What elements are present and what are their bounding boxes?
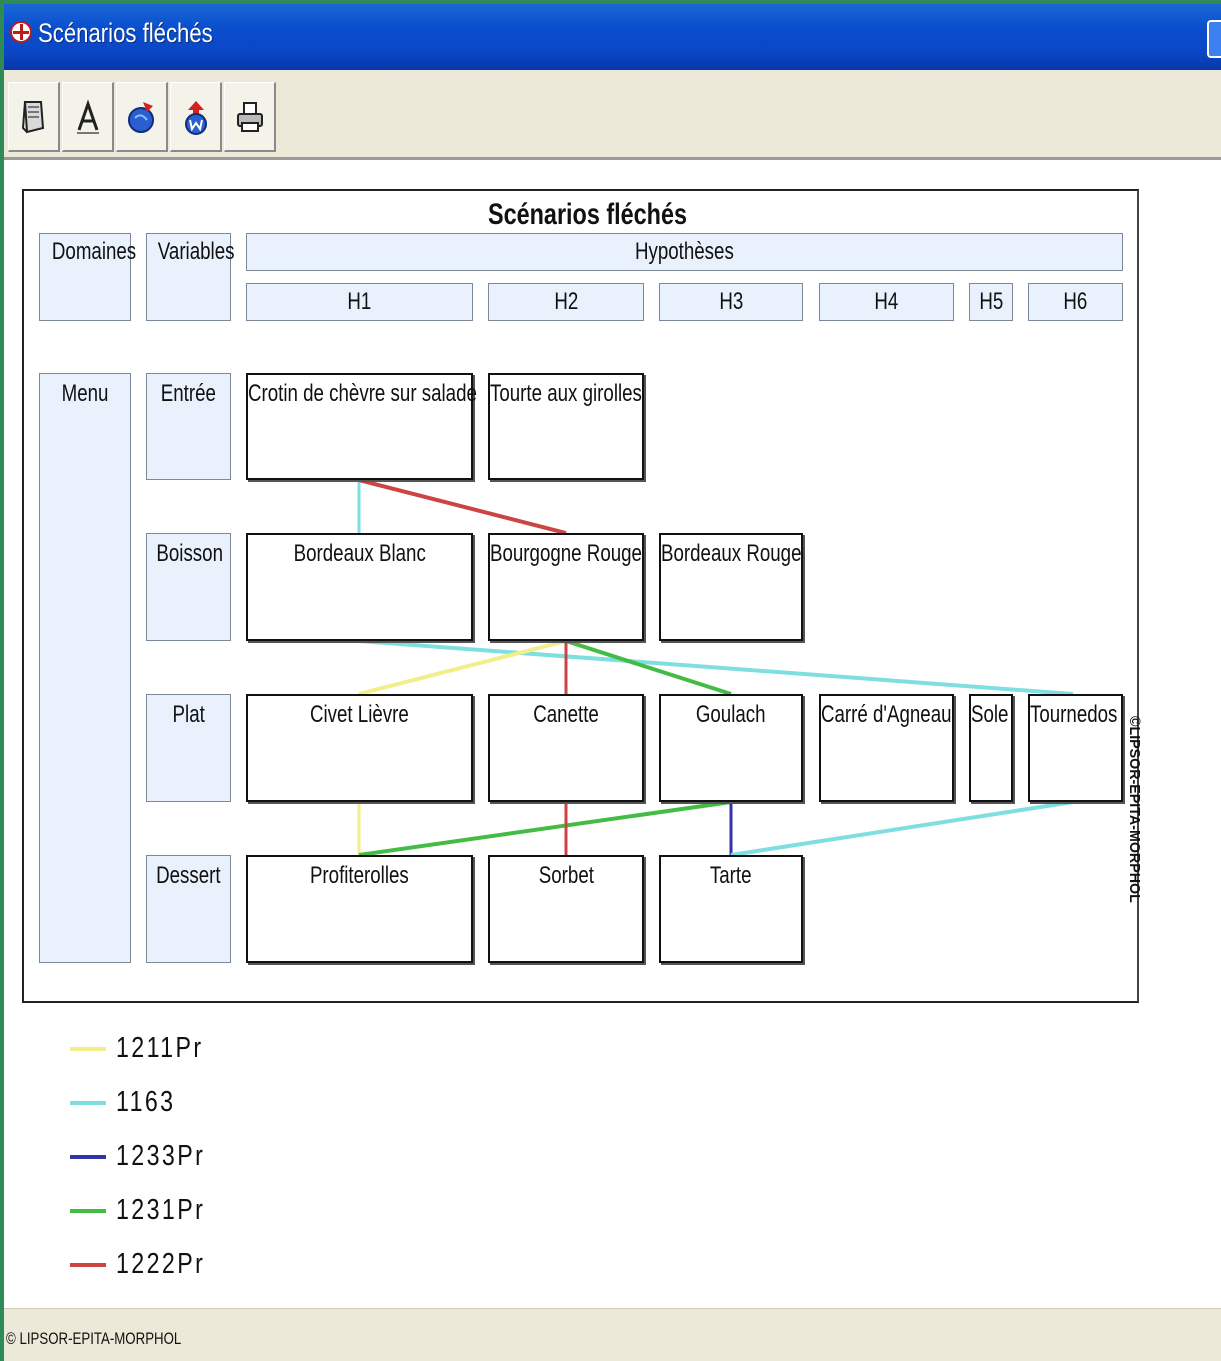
diagram-copyright: ©LIPSOR-EPITA-MORPHOL (1126, 716, 1143, 903)
option-crotin-de-chevre[interactable]: Crotin de chèvre sur salade (246, 373, 477, 480)
legend-swatch (70, 1155, 106, 1159)
link-1163-tournedos-tarte (730, 800, 1074, 857)
option-tourte-aux-girolles[interactable]: Tourte aux girolles (488, 373, 644, 480)
legend-label: 1211Pr (116, 1032, 204, 1064)
link-1222pr-crotin-bourgogne (358, 478, 567, 535)
legend-swatch (70, 1047, 106, 1051)
option-sorbet[interactable]: Sorbet (488, 855, 644, 963)
option-bordeaux-rouge[interactable]: Bordeaux Rouge (659, 533, 803, 641)
option-profiterolles[interactable]: Profiterolles (246, 855, 473, 963)
option-tarte[interactable]: Tarte (659, 855, 803, 963)
legend-item: 1233Pr (70, 1138, 270, 1178)
legend-swatch (70, 1209, 106, 1213)
legend-swatch (70, 1101, 106, 1105)
link-1231pr-goulach-profiterolles (358, 800, 732, 857)
status-bar: © LIPSOR-EPITA-MORPHOL (4, 1308, 1221, 1361)
scenario-links (357, 478, 1074, 857)
legend-swatch (70, 1263, 106, 1267)
option-bourgogne-rouge[interactable]: Bourgogne Rouge (488, 533, 644, 641)
legend-item: 1231Pr (70, 1192, 270, 1232)
option-carre-d-agneau[interactable]: Carré d'Agneau (819, 694, 954, 802)
app-window: Scénarios fléchés Scénarios fléchés Doma… (4, 4, 1221, 1361)
legend-label: 1163 (116, 1086, 176, 1118)
legend-item: 1222Pr (70, 1246, 270, 1286)
option-goulach[interactable]: Goulach (659, 694, 803, 802)
legend-item: 1163 (70, 1084, 270, 1124)
status-text: © LIPSOR-EPITA-MORPHOL (6, 1329, 182, 1348)
option-tournedos[interactable]: Tournedos (1028, 694, 1123, 802)
option-bordeaux-blanc[interactable]: Bordeaux Blanc (246, 533, 473, 641)
legend-label: 1231Pr (116, 1194, 206, 1226)
legend-label: 1233Pr (116, 1140, 206, 1172)
option-civet-lievre[interactable]: Civet Lièvre (246, 694, 473, 802)
option-sole[interactable]: Sole (969, 694, 1013, 802)
legend-label: 1222Pr (116, 1248, 206, 1280)
legend-item: 1211Pr (70, 1030, 270, 1070)
option-canette[interactable]: Canette (488, 694, 644, 802)
